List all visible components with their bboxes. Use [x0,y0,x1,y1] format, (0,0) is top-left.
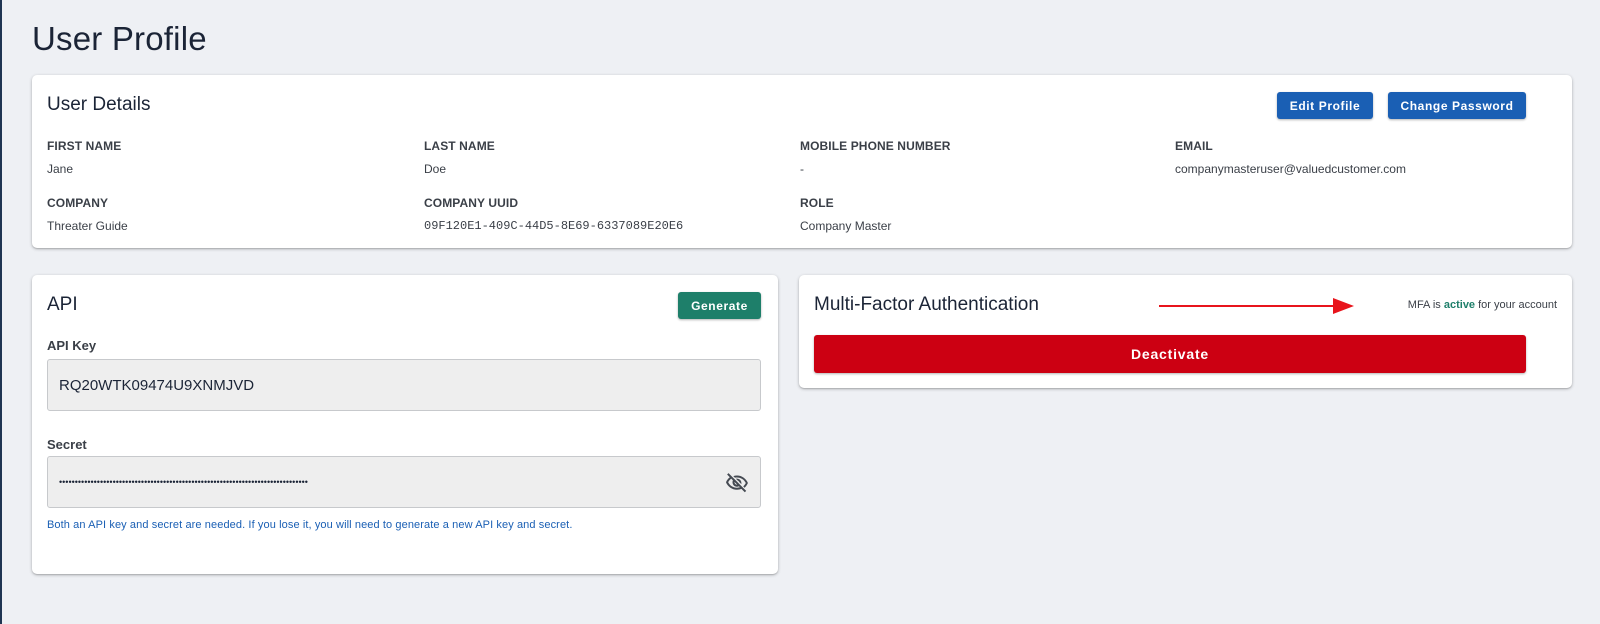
secret-label: Secret [47,437,87,452]
annotation-arrow-icon [1159,298,1354,314]
mfa-status-prefix: MFA is [1407,299,1441,311]
email-value: companymasteruser@valuedcustomer.com [1175,162,1406,176]
last-name-field: LAST NAME Doe [424,139,495,176]
role-field: ROLE Company Master [800,196,891,233]
first-name-label: FIRST NAME [47,139,122,153]
company-value: Threater Guide [47,219,128,233]
role-value: Company Master [800,219,892,233]
first-name-field: FIRST NAME Jane [47,139,121,176]
api-card: API Generate API Key Secret Both an API … [32,275,778,574]
company-uuid-label: COMPANY UUID [424,196,519,210]
mobile-phone-label: MOBILE PHONE NUMBER [800,139,951,153]
company-uuid-field: COMPANY UUID 09F120E1-409C-44D5-8E69-633… [424,196,683,233]
role-label: ROLE [800,196,834,210]
secret-input[interactable] [59,457,699,507]
first-name-value: Jane [47,162,74,176]
secret-field[interactable] [47,456,761,508]
company-label: COMPANY [47,196,109,210]
mfa-status-text: MFA is active for your account [1408,299,1557,311]
last-name-value: Doe [424,162,447,176]
user-profile-page: User Profile User Details Edit Profile C… [2,0,1600,624]
api-hint-text: Both an API key and secret are needed. I… [47,519,573,531]
mobile-phone-field: MOBILE PHONE NUMBER - [800,139,951,176]
email-field: EMAIL companymasteruser@valuedcustomer.c… [1175,139,1406,176]
mobile-phone-value: - [800,162,804,176]
api-key-field[interactable] [47,359,761,411]
mfa-title: Multi-Factor Authentication [814,294,1039,315]
change-password-button[interactable]: Change Password [1388,92,1526,119]
eye-off-icon[interactable] [725,471,749,495]
company-field: COMPANY Threater Guide [47,196,128,233]
edit-profile-button[interactable]: Edit Profile [1277,92,1373,119]
api-key-label: API Key [47,338,97,353]
user-details-title: User Details [47,94,151,115]
email-label: EMAIL [1175,139,1213,153]
company-uuid-value: 09F120E1-409C-44D5-8E69-6337089E20E6 [424,219,684,233]
mfa-card: Multi-Factor Authentication MFA is activ… [799,275,1572,388]
api-title: API [47,294,78,315]
page-title: User Profile [32,20,207,57]
deactivate-button[interactable]: Deactivate [814,335,1526,373]
generate-button[interactable]: Generate [678,292,761,319]
api-key-input[interactable] [59,360,699,410]
mfa-status-active: active [1443,299,1476,311]
mfa-status-suffix: for your account [1478,299,1557,311]
last-name-label: LAST NAME [424,139,495,153]
user-details-card: User Details Edit Profile Change Passwor… [32,75,1572,248]
